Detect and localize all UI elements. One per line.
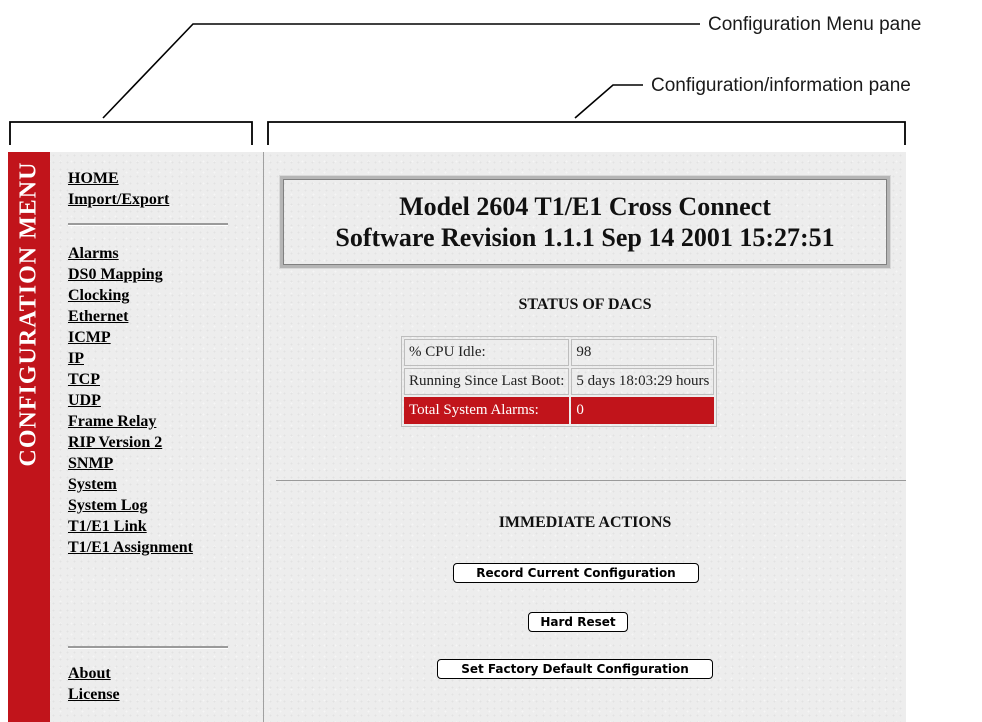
configuration-information-pane: Model 2604 T1/E1 Cross Connect Software …: [264, 152, 906, 722]
menu-group-top: HOME Import/Export: [68, 168, 169, 210]
page-title: Model 2604 T1/E1 Cross Connect: [399, 192, 771, 221]
status-table: % CPU Idle: 98 Running Since Last Boot: …: [401, 336, 718, 427]
table-row: % CPU Idle: 98: [404, 339, 715, 366]
status-label-cpu-idle: % CPU Idle:: [404, 339, 570, 366]
status-value-uptime: 5 days 18:03:29 hours: [571, 368, 715, 395]
configuration-menu-pane: HOME Import/Export Alarms DS0 Mapping Cl…: [50, 152, 262, 722]
set-factory-default-button[interactable]: Set Factory Default Configuration: [437, 659, 713, 679]
table-row-alarms: Total System Alarms: 0: [404, 397, 715, 424]
menu-item-frame-relay[interactable]: Frame Relay: [68, 411, 156, 432]
status-heading: STATUS OF DACS: [518, 296, 652, 313]
menu-group-info: About License: [68, 663, 120, 705]
menu-item-rip-version-2[interactable]: RIP Version 2: [68, 432, 162, 453]
configuration-menu-band: CONFIGURATION MENU: [8, 152, 50, 722]
menu-item-ds0-mapping[interactable]: DS0 Mapping: [68, 264, 163, 285]
record-current-configuration-button[interactable]: Record Current Configuration: [453, 563, 699, 583]
configuration-menu-band-label: CONFIGURATION MENU: [15, 161, 42, 467]
menu-item-snmp[interactable]: SNMP: [68, 453, 113, 474]
menu-divider: [68, 646, 228, 649]
menu-item-t1e1-link[interactable]: T1/E1 Link: [68, 516, 147, 537]
device-web-ui: CONFIGURATION MENU HOME Import/Export Al…: [8, 152, 906, 722]
menu-item-ethernet[interactable]: Ethernet: [68, 306, 128, 327]
hard-reset-button[interactable]: Hard Reset: [528, 612, 628, 632]
menu-item-tcp[interactable]: TCP: [68, 369, 100, 390]
menu-item-clocking[interactable]: Clocking: [68, 285, 129, 306]
menu-item-home[interactable]: HOME: [68, 168, 119, 189]
actions-heading: IMMEDIATE ACTIONS: [498, 514, 672, 531]
status-label-uptime: Running Since Last Boot:: [404, 368, 570, 395]
menu-group-config: Alarms DS0 Mapping Clocking Ethernet ICM…: [68, 243, 193, 558]
callout-menu-pane-label: Configuration Menu pane: [708, 14, 922, 35]
menu-item-license[interactable]: License: [68, 684, 120, 705]
menu-item-t1e1-assignment[interactable]: T1/E1 Assignment: [68, 537, 193, 558]
menu-item-system[interactable]: System: [68, 474, 117, 495]
callout-info-pane-label: Configuration/information pane: [651, 75, 911, 96]
page-title-box: Model 2604 T1/E1 Cross Connect Software …: [280, 176, 890, 268]
menu-item-icmp[interactable]: ICMP: [68, 327, 111, 348]
status-value-alarms: 0: [571, 397, 715, 424]
menu-item-alarms[interactable]: Alarms: [68, 243, 119, 264]
software-revision: Software Revision 1.1.1 Sep 14 2001 15:2…: [335, 223, 835, 252]
menu-item-ip[interactable]: IP: [68, 348, 84, 369]
section-divider: [276, 480, 906, 481]
menu-item-udp[interactable]: UDP: [68, 390, 101, 411]
status-value-cpu-idle: 98: [571, 339, 715, 366]
status-label-alarms: Total System Alarms:: [404, 397, 570, 424]
menu-item-about[interactable]: About: [68, 663, 111, 684]
menu-item-system-log[interactable]: System Log: [68, 495, 148, 516]
menu-divider: [68, 223, 228, 226]
menu-item-import-export[interactable]: Import/Export: [68, 189, 169, 210]
table-row: Running Since Last Boot: 5 days 18:03:29…: [404, 368, 715, 395]
